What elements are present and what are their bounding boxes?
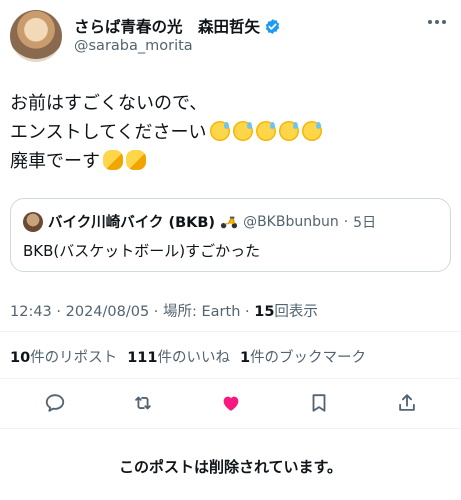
sweat-smile-emoji-icon bbox=[209, 121, 230, 141]
quoted-author-avatar bbox=[23, 211, 43, 232]
sweat-smile-emoji-icon bbox=[255, 121, 276, 141]
sweat-smile-emoji-icon bbox=[278, 121, 299, 141]
bookmark-icon bbox=[312, 394, 326, 412]
likes-count: 111 bbox=[127, 350, 158, 366]
post-line-2: エンストしてくださーい bbox=[10, 118, 451, 147]
reposts-count: 10 bbox=[10, 350, 31, 366]
deleted-post-notice: このポストは削除されています。 bbox=[118, 458, 343, 476]
views-label: 回表示 bbox=[274, 304, 318, 320]
divider bbox=[0, 378, 461, 379]
bookmarks-stat[interactable]: 1件のブックマーク bbox=[240, 346, 366, 367]
bookmark-button[interactable] bbox=[306, 390, 332, 416]
clapping-hands-emoji-icon bbox=[126, 150, 146, 170]
post-metadata: 12:43 · 2024/08/05 · 場所: Earth · 15回表示 bbox=[10, 300, 318, 321]
quoted-post-age: 5日 bbox=[353, 214, 377, 231]
quoted-author-handle: @BKBbunbun bbox=[243, 213, 339, 230]
post-line-1-text: お前はすごくないので、 bbox=[10, 93, 208, 114]
repost-button[interactable] bbox=[130, 390, 156, 416]
bookmarks-count: 1 bbox=[239, 350, 251, 366]
sweat-smile-emoji-icon bbox=[232, 121, 253, 141]
post-line-2-text: エンストしてくださーい bbox=[10, 122, 207, 143]
views-count: 15 bbox=[254, 304, 275, 320]
repost-icon bbox=[135, 396, 151, 410]
share-icon bbox=[399, 394, 415, 411]
engagement-stats: 10件のリポスト 111件のいいね 1件のブックマーク bbox=[10, 346, 366, 367]
post-body: お前はすごくないので、 エンストしてくださーい 廃車でーす bbox=[10, 89, 451, 176]
divider bbox=[0, 428, 461, 429]
quoted-post-card[interactable]: バイク川崎バイク (BKB) @BKBbunbun · 5日 BKB(バスケット… bbox=[10, 198, 451, 272]
post-header: さらば青春の光 森田哲矢 @saraba_morita bbox=[10, 10, 451, 62]
reposts-label: 件のリポスト bbox=[30, 350, 118, 366]
reply-button[interactable] bbox=[42, 390, 68, 416]
quoted-author-name: バイク川崎バイク (BKB) bbox=[48, 215, 216, 231]
author-name-row: さらば青春の光 森田哲矢 bbox=[74, 15, 281, 37]
sweat-smile-emoji-icon bbox=[301, 121, 322, 141]
verified-badge-icon bbox=[265, 18, 280, 34]
likes-stat[interactable]: 111件のいいね bbox=[127, 346, 230, 367]
author-avatar[interactable] bbox=[10, 10, 62, 62]
share-button[interactable] bbox=[394, 390, 420, 416]
clapping-hands-emoji-icon bbox=[103, 150, 123, 170]
scooter-emoji-icon bbox=[220, 216, 238, 228]
quoted-post-text: BKB(バスケットボール)すごかった bbox=[23, 242, 261, 260]
likes-label: 件のいいね bbox=[157, 350, 230, 366]
more-options-icon[interactable] bbox=[425, 14, 449, 30]
post-location: · 場所: Earth · bbox=[149, 304, 255, 320]
bookmarks-label: 件のブックマーク bbox=[250, 350, 367, 366]
reply-icon bbox=[45, 394, 65, 412]
quoted-post-header: バイク川崎バイク (BKB) @BKBbunbun · 5日 bbox=[23, 211, 376, 232]
quoted-separator: · bbox=[343, 213, 349, 230]
reposts-stat[interactable]: 10件のリポスト bbox=[10, 346, 117, 367]
post-line-1: お前はすごくないので、 bbox=[10, 89, 451, 118]
author-handle[interactable]: @saraba_morita bbox=[74, 38, 193, 54]
action-bar bbox=[0, 386, 461, 420]
like-button[interactable] bbox=[218, 390, 244, 416]
post-timestamp[interactable]: 12:43 · 2024/08/05 bbox=[10, 304, 149, 320]
divider bbox=[0, 331, 461, 332]
post-line-3: 廃車でーす bbox=[10, 147, 451, 176]
heart-icon bbox=[223, 396, 239, 411]
author-display-name[interactable]: さらば青春の光 森田哲矢 bbox=[74, 15, 260, 37]
post-line-3-text: 廃車でーす bbox=[10, 151, 100, 172]
